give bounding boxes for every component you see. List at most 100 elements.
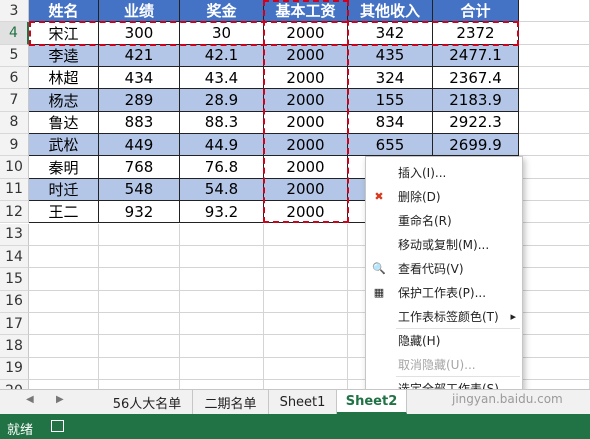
table-cell[interactable] [519,223,590,246]
table-cell[interactable]: 28.9 [180,89,264,112]
row-header[interactable]: 19 [0,357,29,380]
column-header-cell[interactable]: 基本工资 [264,0,348,23]
table-cell[interactable]: 林超 [29,67,99,90]
table-cell[interactable]: 宋江 [29,22,99,45]
row-header[interactable]: 9 [0,134,29,157]
table-cell[interactable]: 435 [348,44,433,68]
table-cell[interactable]: 2477.1 [433,44,519,68]
table-cell[interactable]: 2000 [264,156,348,179]
table-cell[interactable] [29,268,99,291]
table-cell[interactable]: 44.9 [180,134,264,157]
table-cell[interactable]: 2000 [264,44,348,68]
table-cell[interactable] [264,335,348,358]
scroll-tabs-left-icon[interactable]: ◀ [26,394,34,405]
column-header-cell[interactable]: 合计 [433,0,519,23]
menu-item[interactable]: 🔍 查看代码(V) [366,256,522,280]
table-cell[interactable] [264,245,348,269]
table-cell[interactable]: 421 [99,44,180,68]
column-header-cell[interactable]: 奖金 [180,0,264,23]
table-cell[interactable] [519,245,590,269]
table-cell[interactable] [99,268,180,291]
table-cell[interactable]: 768 [99,156,180,179]
table-cell[interactable]: 2000 [264,22,348,45]
table-cell[interactable] [519,290,590,313]
table-cell[interactable]: 李逵 [29,44,99,68]
table-cell[interactable] [99,245,180,269]
table-cell[interactable]: 秦明 [29,156,99,179]
table-cell[interactable]: 30 [180,22,264,45]
table-cell[interactable]: 93.2 [180,201,264,224]
table-cell[interactable]: 2000 [264,201,348,224]
menu-item[interactable]: ▦ 保护工作表(P)... [366,280,522,304]
table-cell[interactable] [99,223,180,246]
row-header[interactable]: 6 [0,67,29,90]
row-header[interactable]: 14 [0,245,29,269]
table-cell[interactable]: 342 [348,22,433,45]
scroll-tabs-right-icon[interactable]: ▶ [56,394,64,405]
table-cell[interactable] [99,335,180,358]
row-header[interactable]: 3 [0,0,29,23]
table-cell[interactable] [519,89,590,112]
table-cell[interactable]: 杨志 [29,89,99,112]
table-cell[interactable]: 2922.3 [433,111,519,135]
table-cell[interactable]: 883 [99,111,180,135]
table-cell[interactable]: 300 [99,22,180,45]
macro-record-icon[interactable] [51,420,64,432]
table-cell[interactable] [264,223,348,246]
table-cell[interactable] [99,357,180,380]
table-cell[interactable] [519,312,590,336]
sheet-tab-56[interactable]: 56人大名单 [102,390,193,414]
table-cell[interactable]: 54.8 [180,178,264,202]
table-cell[interactable] [264,290,348,313]
table-cell[interactable]: 655 [348,134,433,157]
column-header-cell[interactable]: 其他收入 [348,0,433,23]
table-cell[interactable]: 88.3 [180,111,264,135]
table-cell[interactable] [180,335,264,358]
table-cell[interactable] [519,335,590,358]
menu-item[interactable]: 插入(I)... [366,160,522,184]
menu-item[interactable]: 隐藏(H) [366,328,522,352]
row-header[interactable]: 8 [0,111,29,135]
table-cell[interactable] [180,268,264,291]
table-cell[interactable]: 武松 [29,134,99,157]
row-header[interactable]: 13 [0,223,29,246]
table-cell[interactable] [29,223,99,246]
table-cell[interactable] [29,312,99,336]
table-cell[interactable]: 2000 [264,178,348,202]
table-cell[interactable] [180,223,264,246]
row-header[interactable]: 16 [0,290,29,313]
table-cell[interactable] [29,335,99,358]
table-cell[interactable] [519,268,590,291]
table-cell[interactable]: 76.8 [180,156,264,179]
table-cell[interactable] [264,357,348,380]
table-cell[interactable]: 2000 [264,67,348,90]
sheet-tab-sheet1[interactable]: Sheet1 [269,390,337,414]
table-cell[interactable]: 155 [348,89,433,112]
table-cell[interactable] [264,268,348,291]
table-cell[interactable]: 43.4 [180,67,264,90]
table-cell[interactable]: 2699.9 [433,134,519,157]
table-cell[interactable] [519,134,590,157]
table-cell[interactable] [519,357,590,380]
sheet-tab-sheet2[interactable]: Sheet2 [337,390,407,414]
table-cell[interactable] [29,290,99,313]
table-cell[interactable]: 2372 [433,22,519,45]
table-cell[interactable]: 548 [99,178,180,202]
sheet-tab-second[interactable]: 二期名单 [193,390,269,414]
column-header-cell[interactable] [519,0,590,23]
row-header[interactable]: 12 [0,201,29,224]
column-header-cell[interactable]: 姓名 [29,0,99,23]
table-cell[interactable] [519,156,590,179]
table-cell[interactable] [519,22,590,45]
table-cell[interactable] [519,178,590,202]
row-header[interactable]: 17 [0,312,29,336]
table-cell[interactable] [264,312,348,336]
table-cell[interactable]: 王二 [29,201,99,224]
table-cell[interactable] [29,245,99,269]
table-cell[interactable] [519,67,590,90]
row-header[interactable]: 4 [0,22,29,45]
table-cell[interactable]: 2000 [264,111,348,135]
row-header[interactable]: 18 [0,335,29,358]
table-cell[interactable] [180,245,264,269]
row-header[interactable]: 10 [0,156,29,179]
